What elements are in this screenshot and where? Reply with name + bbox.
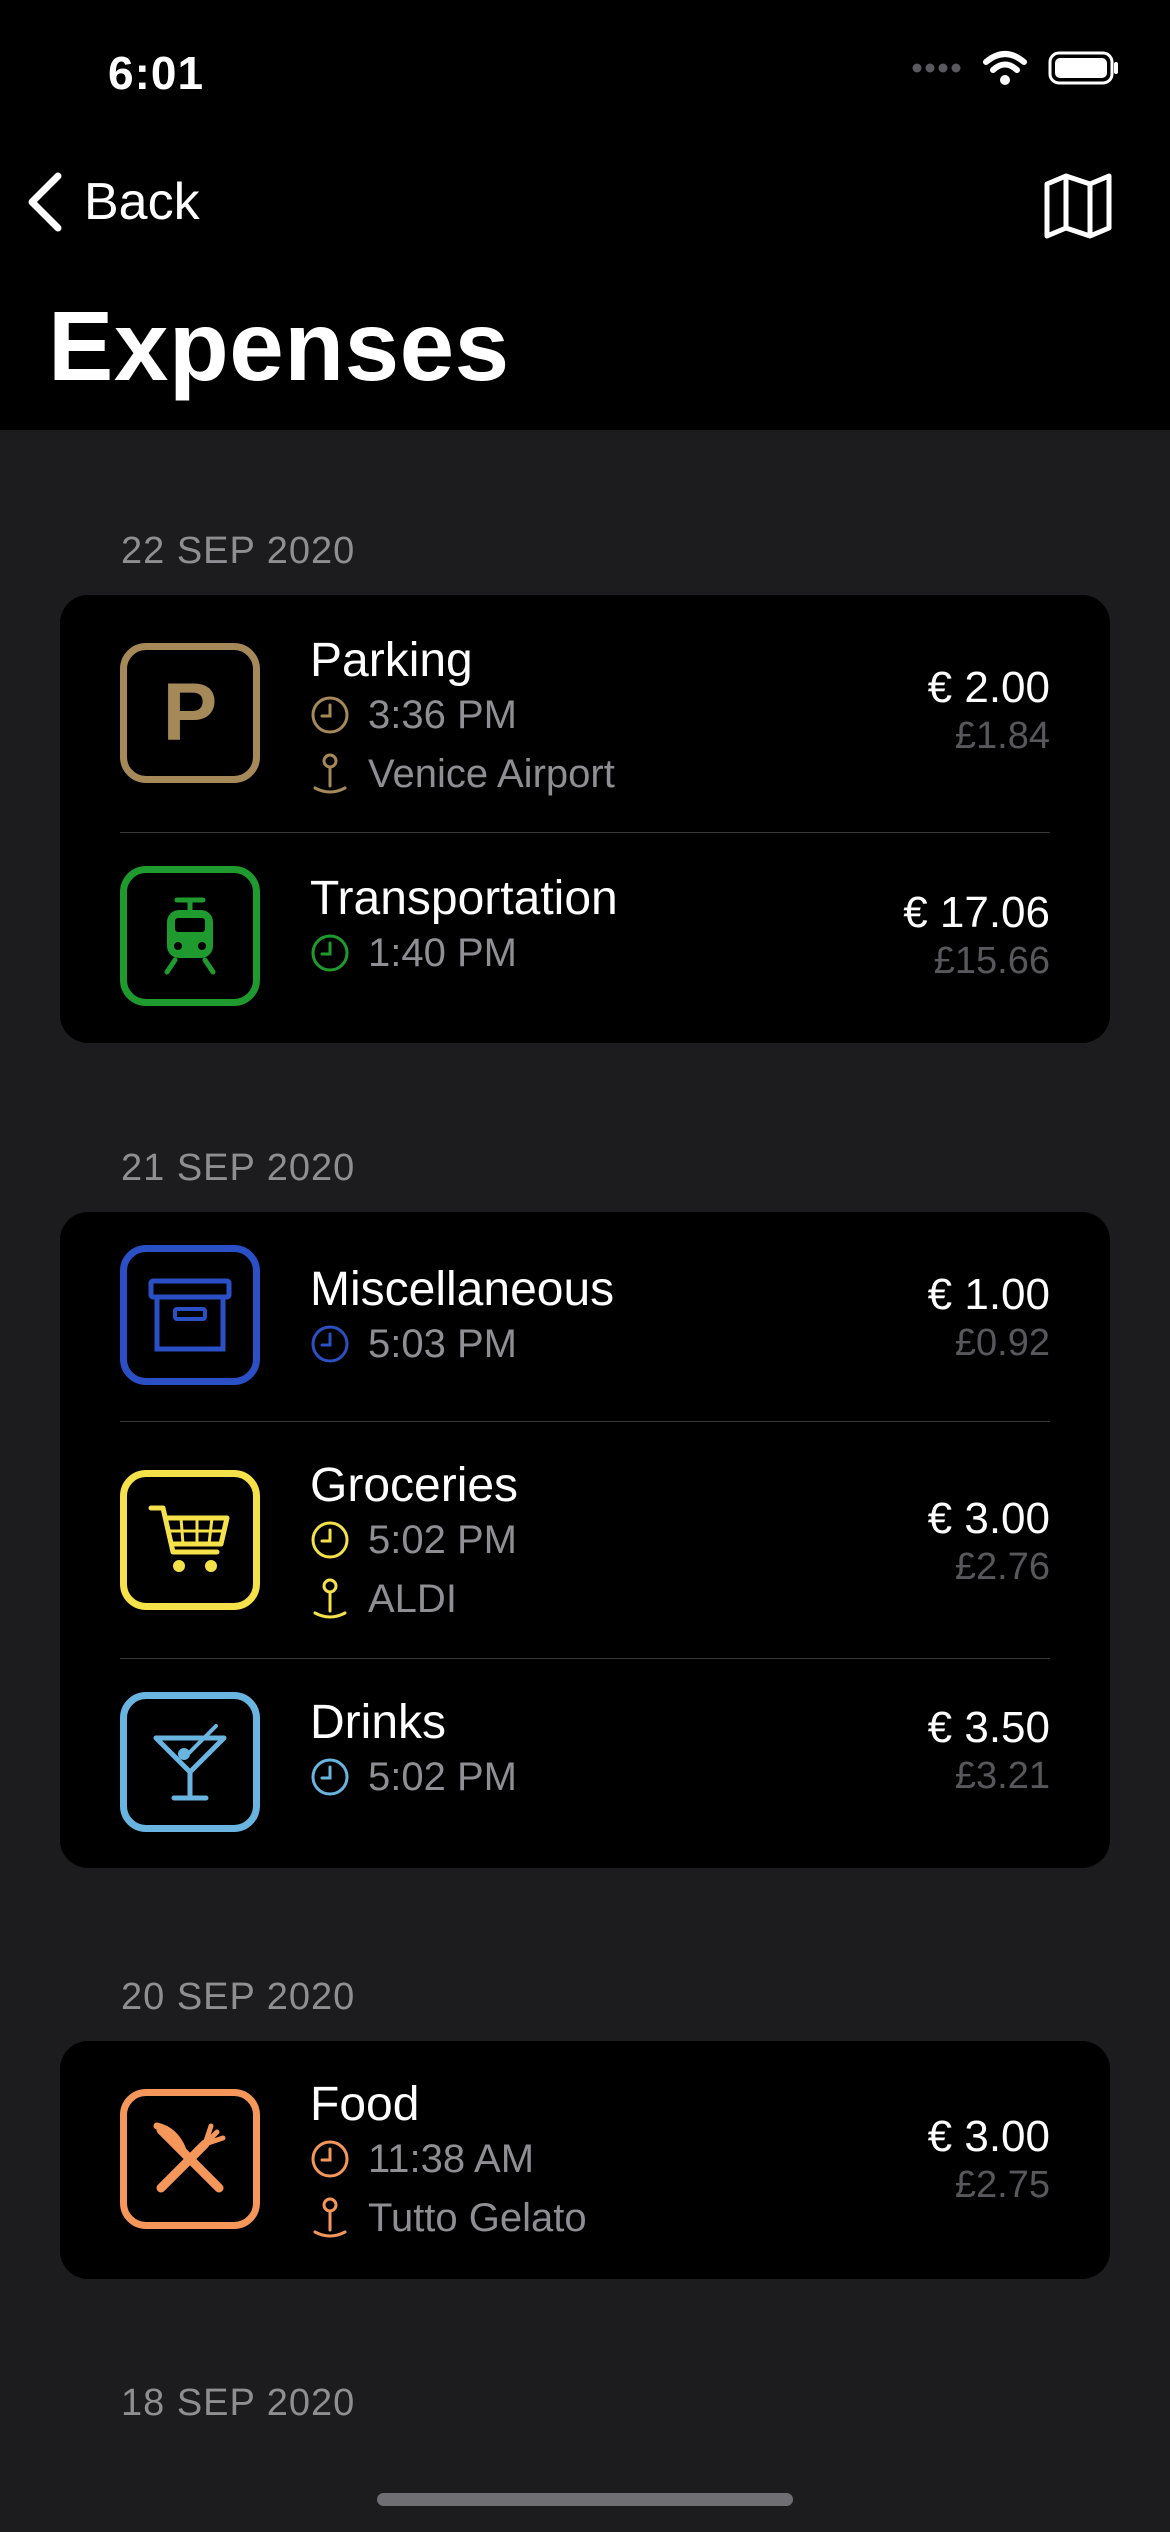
section-header-date: 18 SEP 2020 [121,2382,356,2424]
clock-icon [311,696,349,734]
status-time: 6:01 [108,47,205,99]
cellular-signal-icon [912,63,961,73]
expense-group-card: P Parking 3:36 PM Venice Airport € 2.00 … [60,595,1110,1043]
archive-box-icon [120,1245,260,1385]
expense-location: Tutto Gelato [310,2196,587,2240]
status-icons [912,50,1120,86]
clock-icon [311,934,349,972]
expense-row-parking[interactable]: P Parking 3:36 PM Venice Airport € 2.00 … [60,595,1110,833]
section-header-date: 22 SEP 2020 [121,530,356,572]
expense-amount: € 3.00 [927,1494,1050,1543]
chevron-left-icon [28,172,62,232]
page-title: Expenses [48,291,510,401]
section-header-date: 20 SEP 2020 [121,1976,356,2018]
back-button[interactable]: Back [24,172,200,232]
expense-time: 11:38 AM [310,2139,534,2179]
cart-icon [120,1470,260,1610]
expense-title: Miscellaneous [310,1263,615,1316]
location-pin-icon [313,753,347,794]
parking-icon: P [120,643,260,783]
home-indicator[interactable] [377,2493,793,2506]
clock-icon [311,2140,349,2178]
expense-group-card: Food 11:38 AM Tutto Gelato € 3.00 £2.75 [60,2041,1110,2279]
expense-converted-amount: £2.75 [954,2164,1050,2206]
expense-amount: € 17.06 [903,888,1050,937]
tram-icon [120,866,260,1006]
expense-converted-amount: £1.84 [954,715,1050,757]
expense-time: 3:36 PM [310,695,517,735]
expense-row-drinks[interactable]: Drinks 5:02 PM € 3.50 £3.21 [60,1659,1110,1868]
expense-amount: € 1.00 [927,1270,1050,1319]
expense-amount: € 3.50 [927,1703,1050,1752]
back-label: Back [84,173,200,231]
expense-location: Venice Airport [310,752,615,796]
clock-icon [311,1521,349,1559]
clock-icon [311,1758,349,1796]
navigation-bar: 6:01 Back Expenses [0,0,1170,430]
expense-time: 5:02 PM [310,1520,517,1560]
expense-row-food[interactable]: Food 11:38 AM Tutto Gelato € 3.00 £2.75 [60,2041,1110,2279]
expense-title: Parking [310,634,473,687]
expense-converted-amount: £2.76 [954,1546,1050,1588]
cart-glyph [148,1505,230,1572]
expense-amount: € 2.00 [927,663,1050,712]
expense-row-transportation[interactable]: Transportation 1:40 PM € 17.06 £15.66 [60,833,1110,1043]
cocktail-icon [120,1692,260,1832]
map-button[interactable] [1042,172,1114,245]
battery-icon [1048,51,1118,85]
expense-time: 5:03 PM [310,1324,517,1364]
expense-time: 1:40 PM [310,933,517,973]
expense-title: Food [310,2078,420,2131]
expense-title: Drinks [310,1696,447,1749]
expense-converted-amount: £0.92 [954,1322,1050,1364]
cocktail-glyph [153,1724,227,1801]
expense-converted-amount: £15.66 [933,940,1050,982]
expense-row-groceries[interactable]: Groceries 5:02 PM ALDI € 3.00 £2.76 [60,1422,1110,1659]
expense-location: ALDI [310,1577,457,1621]
expense-row-miscellaneous[interactable]: Miscellaneous 5:03 PM € 1.00 £0.92 [60,1212,1110,1422]
fork-knife-glyph [153,2122,226,2193]
expense-group-card: Miscellaneous 5:03 PM € 1.00 £0.92 Groce… [60,1212,1110,1868]
section-header-date: 21 SEP 2020 [121,1147,356,1189]
location-pin-icon [313,2197,347,2238]
wifi-icon [983,51,1027,85]
expense-title: Groceries [310,1459,519,1512]
expense-converted-amount: £3.21 [954,1755,1050,1797]
tram-glyph [164,897,216,975]
expense-title: Transportation [310,872,618,925]
clock-icon [311,1325,349,1363]
expense-amount: € 3.00 [927,2112,1050,2161]
fork-knife-icon [120,2089,260,2229]
map-icon [1044,173,1112,239]
expense-time: 5:02 PM [310,1757,517,1797]
location-pin-icon [313,1578,347,1619]
archive-glyph [148,1278,232,1352]
